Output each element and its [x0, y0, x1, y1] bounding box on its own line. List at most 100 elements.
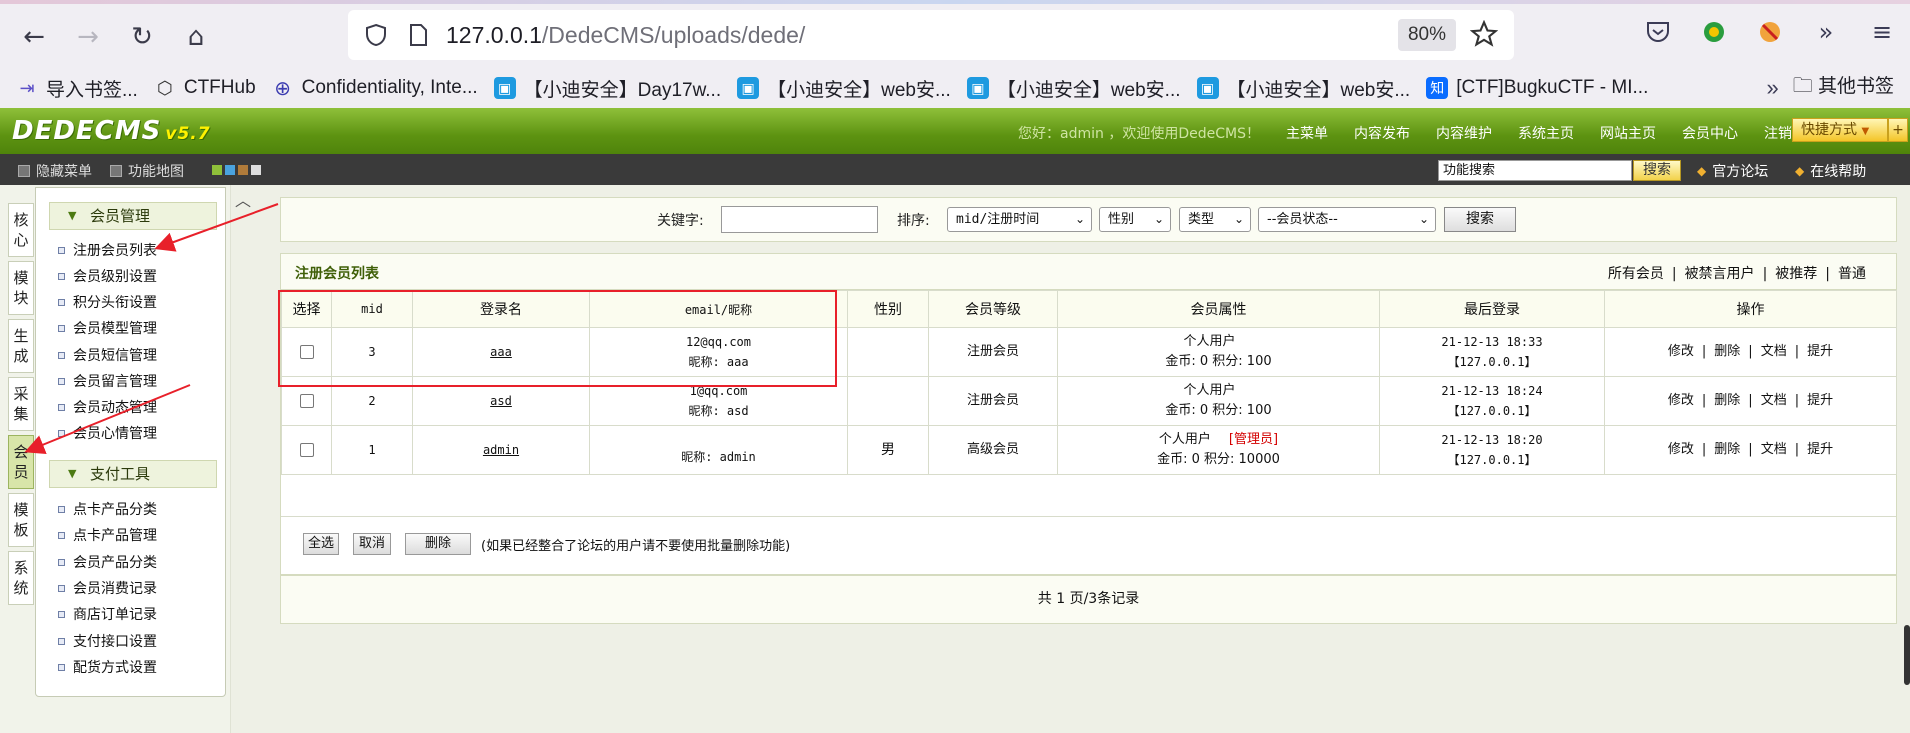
home-icon[interactable]: ⌂ — [176, 17, 216, 57]
keyword-input[interactable] — [721, 206, 878, 233]
docs-link[interactable]: 文档 — [1761, 442, 1787, 457]
cancel-select-button[interactable]: 取消 — [353, 533, 391, 555]
docs-link[interactable]: 文档 — [1761, 344, 1787, 359]
chevron-up-icon[interactable]: ︿ — [235, 187, 251, 211]
vtab-core[interactable]: 核心 — [8, 203, 34, 257]
header-link-publish[interactable]: 内容发布 — [1354, 123, 1410, 143]
feature-map-button[interactable]: 功能地图 — [110, 161, 184, 181]
edit-link[interactable]: 修改 — [1668, 393, 1694, 408]
type-select[interactable]: 类型 ⌄ — [1179, 207, 1251, 232]
forum-link[interactable]: ◆ 官方论坛 — [1697, 161, 1768, 181]
delete-link[interactable]: 删除 — [1714, 442, 1740, 457]
login-name-link[interactable]: asd — [490, 394, 512, 408]
sort-select[interactable]: mid/注册时间 ⌄ — [947, 207, 1092, 232]
row-checkbox[interactable] — [299, 442, 314, 457]
filter-muted[interactable]: 被禁言用户 — [1685, 266, 1755, 282]
bookmark-item[interactable]: ▣ 【小迪安全】web安... — [737, 75, 951, 102]
theme-swatch[interactable] — [225, 165, 235, 175]
sidebar-collapse-strip[interactable]: ︿ — [230, 185, 254, 733]
shield-icon[interactable] — [362, 21, 390, 49]
help-link[interactable]: ◆ 在线帮助 — [1795, 161, 1866, 181]
menu-item[interactable]: 点卡产品分类 — [58, 499, 157, 519]
bookmark-item[interactable]: ⬡ CTFHub — [154, 77, 256, 99]
overflow-chevrons-icon[interactable]: » — [1808, 14, 1844, 50]
vtab-collect[interactable]: 采集 — [8, 377, 34, 431]
url-text[interactable]: 127.0.0.1/DedeCMS/uploads/dede/ — [446, 22, 805, 49]
menu-item[interactable]: 会员留言管理 — [58, 371, 157, 391]
login-name-link[interactable]: admin — [483, 443, 519, 457]
select-all-button[interactable]: 全选 — [303, 533, 339, 555]
row-checkbox[interactable] — [299, 393, 314, 408]
menu-item[interactable]: 积分头衔设置 — [58, 292, 157, 312]
other-bookmarks[interactable]: 🗀 其他书签 — [1793, 71, 1894, 105]
vtab-template[interactable]: 模板 — [8, 493, 34, 547]
back-icon[interactable]: ← — [14, 17, 54, 57]
star-icon[interactable] — [1469, 19, 1500, 50]
bulk-delete-button[interactable]: 删除 — [405, 533, 471, 555]
menu-item[interactable]: 配货方式设置 — [58, 657, 157, 677]
vtab-generate[interactable]: 生成 — [8, 319, 34, 373]
delete-link[interactable]: 删除 — [1714, 393, 1740, 408]
bookmark-item[interactable]: 知 [CTF]BugkuCTF - MI... — [1426, 77, 1648, 99]
menu-item[interactable]: 会员短信管理 — [58, 345, 157, 365]
bookmark-item[interactable]: ▣ 【小迪安全】web安... — [966, 75, 1181, 102]
bookmark-item[interactable]: ▣ 【小迪安全】Day17w... — [493, 75, 721, 102]
bookmark-item[interactable]: ⊕ Confidentiality, Inte... — [272, 77, 477, 100]
menu-item[interactable]: 会员模型管理 — [58, 318, 157, 338]
menu-item[interactable]: 商店订单记录 — [58, 604, 157, 624]
url-bar[interactable]: 127.0.0.1/DedeCMS/uploads/dede/ 80% — [348, 10, 1514, 60]
theme-swatch[interactable] — [212, 165, 222, 175]
menu-icon[interactable]: ≡ — [1864, 14, 1900, 50]
docs-link[interactable]: 文档 — [1761, 393, 1787, 408]
gender-select[interactable]: 性别 ⌄ — [1099, 207, 1171, 232]
header-link-logout[interactable]: 注销 — [1764, 123, 1792, 143]
promote-link[interactable]: 提升 — [1807, 442, 1833, 457]
search-button[interactable]: 搜索 — [1444, 207, 1516, 232]
extension-green-icon[interactable] — [1696, 14, 1732, 50]
header-link-member-center[interactable]: 会员中心 — [1682, 123, 1738, 143]
forward-icon[interactable]: → — [68, 17, 108, 57]
theme-swatch[interactable] — [238, 165, 248, 175]
filter-recommended[interactable]: 被推荐 — [1775, 266, 1817, 282]
menu-item[interactable]: 点卡产品管理 — [58, 525, 157, 545]
header-link-maintain[interactable]: 内容维护 — [1436, 123, 1492, 143]
menu-item[interactable]: 会员产品分类 — [58, 552, 157, 572]
status-select[interactable]: --会员状态-- ⌄ — [1258, 207, 1436, 232]
edit-link[interactable]: 修改 — [1668, 442, 1694, 457]
feature-search-input[interactable]: 功能搜索 — [1438, 160, 1632, 181]
delete-link[interactable]: 删除 — [1714, 344, 1740, 359]
menu-item[interactable]: 会员级别设置 — [58, 266, 157, 286]
header-link-site-home[interactable]: 网站主页 — [1600, 123, 1656, 143]
edit-link[interactable]: 修改 — [1668, 344, 1694, 359]
menu-item[interactable]: 会员动态管理 — [58, 397, 157, 417]
menu-item[interactable]: 支付接口设置 — [58, 631, 157, 651]
hide-menu-button[interactable]: 隐藏菜单 — [18, 161, 92, 181]
bookmark-item[interactable]: ▣ 【小迪安全】web安... — [1196, 75, 1410, 102]
filter-normal[interactable]: 普通 — [1838, 266, 1866, 282]
promote-link[interactable]: 提升 — [1807, 344, 1833, 359]
theme-swatch[interactable] — [251, 165, 261, 175]
menu-item[interactable]: 会员心情管理 — [58, 423, 157, 443]
extension-blocked-icon[interactable] — [1752, 14, 1788, 50]
filter-all[interactable]: 所有会员 — [1608, 266, 1664, 282]
header-link-main-menu[interactable]: 主菜单 — [1286, 123, 1328, 143]
header-link-system-home[interactable]: 系统主页 — [1518, 123, 1574, 143]
quick-add-button[interactable]: + — [1888, 118, 1908, 142]
menu-group-member[interactable]: ▼ 会员管理 — [49, 202, 217, 230]
vtab-system[interactable]: 系统 — [8, 551, 34, 605]
pocket-icon[interactable] — [1640, 14, 1676, 50]
promote-link[interactable]: 提升 — [1807, 393, 1833, 408]
quick-menu-button[interactable]: 快捷方式 ▼ — [1792, 118, 1888, 142]
vtab-module[interactable]: 模块 — [8, 261, 34, 315]
menu-group-payment[interactable]: ▼ 支付工具 — [49, 460, 217, 488]
bookmarks-overflow-icon[interactable]: » — [1766, 75, 1778, 101]
menu-item[interactable]: 会员消费记录 — [58, 578, 157, 598]
bookmark-item[interactable]: ⇥ 导入书签... — [16, 75, 137, 102]
col-header: 性别 — [847, 290, 929, 328]
vtab-member[interactable]: 会员 — [8, 435, 34, 489]
reload-icon[interactable]: ↻ — [122, 17, 162, 57]
zoom-badge[interactable]: 80% — [1397, 19, 1456, 51]
feature-search-button[interactable]: 搜索 — [1633, 160, 1681, 181]
scrollbar-thumb[interactable] — [1904, 625, 1910, 685]
menu-item[interactable]: 注册会员列表 — [58, 240, 157, 260]
